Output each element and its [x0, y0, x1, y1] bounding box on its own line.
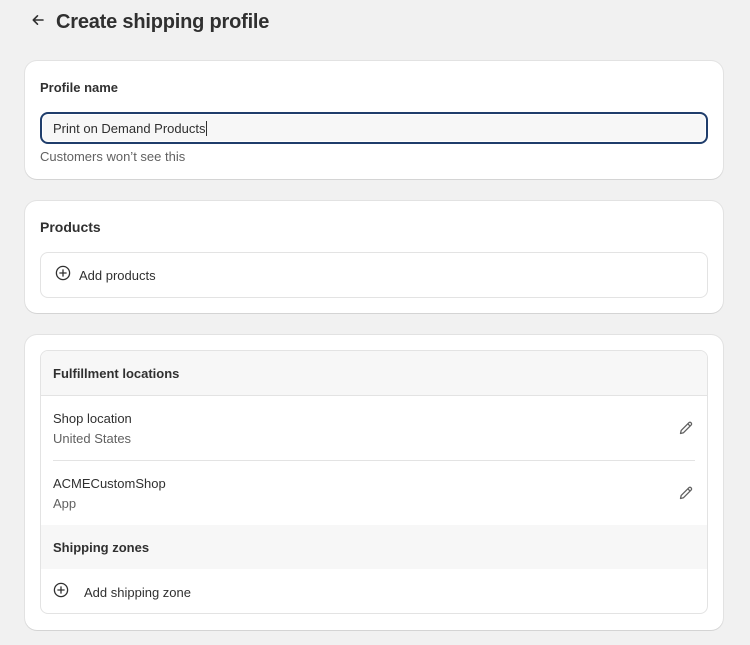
add-shipping-zone-label: Add shipping zone — [84, 584, 191, 600]
location-name: ACMECustomShop — [53, 476, 166, 491]
plus-circle-icon — [55, 265, 71, 286]
pencil-icon — [677, 421, 695, 441]
text-caret — [206, 120, 208, 136]
location-name: Shop location — [53, 411, 132, 426]
add-products-label: Add products — [79, 267, 156, 283]
profile-name-label: Profile name — [40, 80, 119, 95]
profile-name-value: Print on Demand Products — [53, 120, 206, 136]
plus-circle-icon — [53, 582, 69, 603]
shipping-zones-heading: Shipping zones — [41, 525, 707, 569]
add-shipping-zone-button[interactable]: Add shipping zone — [53, 569, 191, 613]
edit-location-button[interactable] — [677, 419, 695, 437]
location-row: Shop location United States — [53, 396, 695, 461]
back-button[interactable] — [28, 12, 48, 32]
profile-name-help-text: Customers won’t see this — [40, 149, 186, 164]
products-title: Products — [40, 219, 101, 235]
fulfillment-card: Fulfillment locations Shop location Unit… — [25, 335, 723, 630]
page-header: Create shipping profile — [28, 8, 269, 36]
add-products-button[interactable]: Add products — [40, 252, 708, 298]
profile-name-card: Profile name Print on Demand Products Cu… — [25, 61, 723, 179]
profile-name-input[interactable]: Print on Demand Products — [40, 112, 708, 144]
fulfillment-locations-heading: Fulfillment locations — [41, 351, 707, 396]
pencil-icon — [677, 486, 695, 506]
page-title: Create shipping profile — [56, 10, 270, 33]
location-type: App — [53, 496, 77, 511]
edit-location-button[interactable] — [677, 484, 695, 502]
location-country: United States — [53, 431, 132, 446]
products-card: Products Add products — [25, 201, 723, 313]
location-row: ACMECustomShop App — [53, 461, 695, 526]
fulfillment-panel: Fulfillment locations Shop location Unit… — [40, 350, 708, 614]
arrow-left-icon — [30, 12, 46, 33]
